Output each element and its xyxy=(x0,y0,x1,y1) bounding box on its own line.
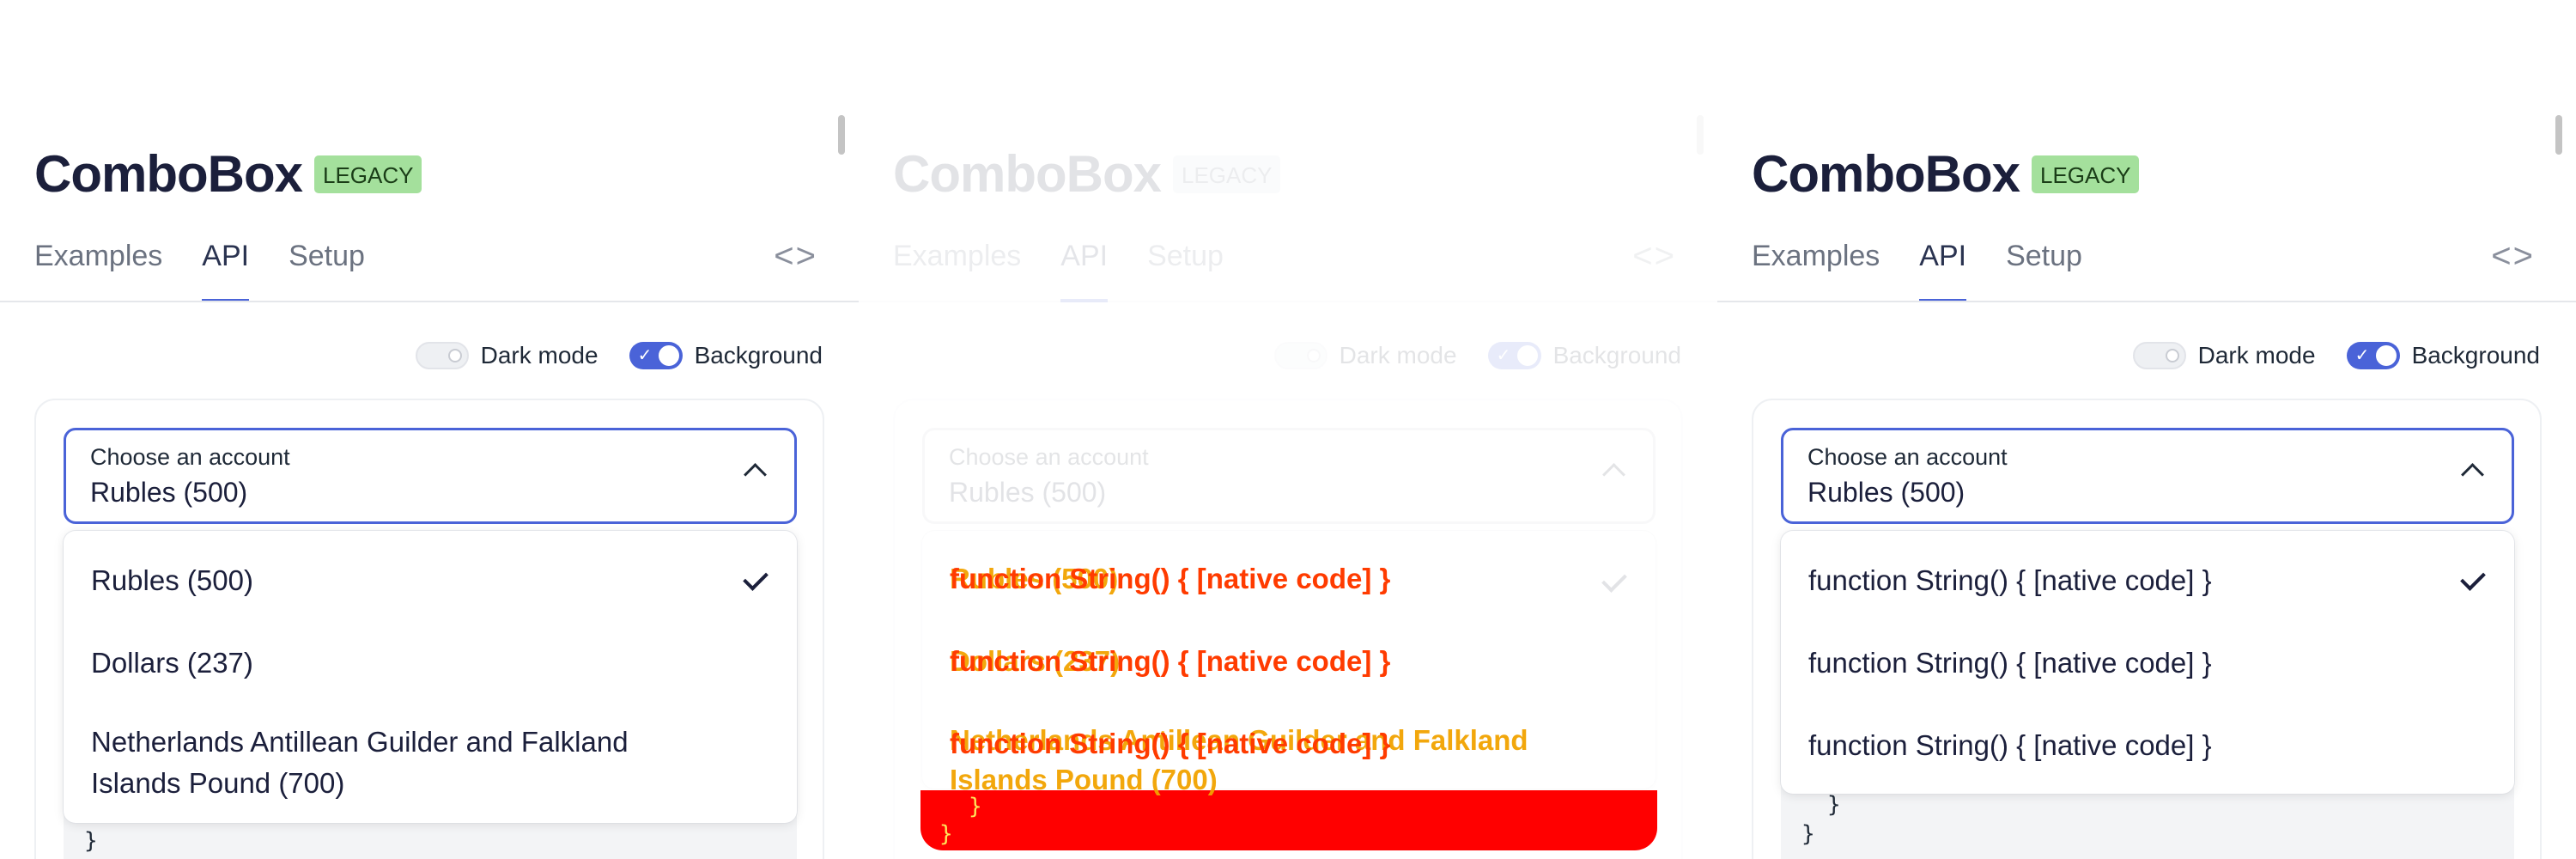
option-label-line-2: Islands Pound (700) xyxy=(91,767,345,799)
glitch-text-a: Islands Pound (700) xyxy=(950,764,1218,795)
options-listbox: Rubles (500) Dollars (237) Netherlands A… xyxy=(64,531,797,823)
dark-mode-toggle[interactable] xyxy=(415,342,469,369)
toggle-knob xyxy=(1516,345,1538,366)
check-icon xyxy=(743,565,769,591)
page-header: ComboBox LEGACY xyxy=(893,143,1281,206)
background-toggle[interactable]: ✓ xyxy=(2346,342,2400,369)
doc-tabs: Examples API Setup xyxy=(1752,232,2122,302)
check-icon xyxy=(2460,565,2486,591)
account-combobox[interactable]: Choose an account Rubles (500) xyxy=(1781,428,2514,524)
chevron-up-icon xyxy=(1602,463,1625,486)
option-rubles[interactable]: Rubles (500) xyxy=(91,560,769,601)
tab-examples[interactable]: Examples xyxy=(34,232,162,302)
option-dollars[interactable]: Dollars (237) xyxy=(91,643,769,684)
check-icon: ✓ xyxy=(1496,346,1511,365)
dark-mode-label: Dark mode xyxy=(2197,342,2316,369)
legacy-badge: LEGACY xyxy=(313,155,422,193)
option-netherlands[interactable]: Netherlands Antillean Guilder and Falkla… xyxy=(91,722,769,804)
toggle-knob xyxy=(2165,349,2179,362)
check-icon: ✓ xyxy=(2354,346,2370,365)
code-line: } xyxy=(84,828,98,854)
tab-api[interactable]: API xyxy=(202,232,249,302)
combobox-value: Rubles (500) xyxy=(949,477,1107,508)
options-listbox: function String() { [native code] } func… xyxy=(1781,531,2514,794)
code-line: } xyxy=(1801,821,1815,847)
background-toggle[interactable]: ✓ xyxy=(629,342,683,369)
tab-examples[interactable]: Examples xyxy=(893,232,1021,302)
combobox-label: Choose an account xyxy=(949,444,1149,470)
page-header: ComboBox LEGACY xyxy=(34,143,422,206)
option-label: function String() { [native code] } xyxy=(1808,647,2212,679)
check-icon: ✓ xyxy=(637,346,653,365)
combobox-value: Rubles (500) xyxy=(1807,477,1965,508)
dark-mode-toggle[interactable] xyxy=(2132,342,2186,369)
option-item[interactable]: function String() { [native code] } xyxy=(1808,560,2487,601)
option-label: Rubles (500) xyxy=(91,564,253,596)
option-label: Dollars (237) xyxy=(91,647,253,679)
tabs-divider xyxy=(859,301,1717,302)
code-line: } xyxy=(1827,792,1841,818)
account-combobox[interactable]: Choose an account Rubles (500) xyxy=(922,428,1656,524)
tab-setup[interactable]: Setup xyxy=(2006,232,2082,302)
tabs-divider xyxy=(1717,301,2576,302)
demo-options: Dark mode ✓ Background xyxy=(415,342,823,369)
docs-panel-1: ComboBox LEGACY Examples API Setup <> Da… xyxy=(0,0,859,859)
option-item[interactable]: function String() { [native code] } xyxy=(1808,725,2487,766)
account-combobox[interactable]: Choose an account Rubles (500) xyxy=(64,428,797,524)
toggle-knob xyxy=(658,345,679,366)
background-toggle[interactable]: ✓ xyxy=(1487,342,1541,369)
toggle-knob xyxy=(447,349,462,362)
glitch-text-b: function String() { [native code] } xyxy=(950,563,1391,594)
demo-options: Dark mode ✓ Background xyxy=(2132,342,2540,369)
tab-setup[interactable]: Setup xyxy=(289,232,365,302)
chevron-up-icon xyxy=(2461,463,2484,486)
combobox-label: Choose an account xyxy=(90,444,290,470)
combobox-label: Choose an account xyxy=(1807,444,2008,470)
option-label-line-1: Netherlands Antillean Guilder and Falkla… xyxy=(91,726,629,758)
code-view-icon[interactable]: <> xyxy=(2491,237,2535,276)
scrollbar-thumb[interactable] xyxy=(838,115,845,155)
scrollbar-thumb[interactable] xyxy=(2555,115,2562,155)
toggle-knob xyxy=(1306,349,1321,362)
page-header: ComboBox LEGACY xyxy=(1752,143,2140,206)
page-title: ComboBox xyxy=(34,145,303,203)
code-line: } xyxy=(939,821,953,847)
glitch-text-b: function String() { [native code] } xyxy=(950,728,1391,759)
tab-examples[interactable]: Examples xyxy=(1752,232,1880,302)
tab-api[interactable]: API xyxy=(1919,232,1966,302)
demo-options: Dark mode ✓ Background xyxy=(1273,342,1681,369)
option-item[interactable]: function String() { [native code] } xyxy=(1808,643,2487,684)
dark-mode-toggle[interactable] xyxy=(1273,342,1327,369)
background-label: Background xyxy=(2411,342,2540,369)
scrollbar-thumb[interactable] xyxy=(1697,115,1704,155)
page-title: ComboBox xyxy=(893,145,1162,203)
legacy-badge: LEGACY xyxy=(1172,155,1281,193)
combobox-value: Rubles (500) xyxy=(90,477,248,508)
doc-tabs: Examples API Setup xyxy=(893,232,1263,302)
chevron-up-icon xyxy=(744,463,767,486)
background-label: Background xyxy=(1552,342,1681,369)
glitch-text-b: function String() { [native code] } xyxy=(950,645,1391,677)
code-view-icon[interactable]: <> xyxy=(774,237,817,276)
option-label: function String() { [native code] } xyxy=(1808,564,2212,596)
tab-setup[interactable]: Setup xyxy=(1147,232,1224,302)
toggle-knob xyxy=(2375,345,2397,366)
dark-mode-label: Dark mode xyxy=(480,342,598,369)
code-view-icon[interactable]: <> xyxy=(1632,237,1676,276)
legacy-badge: LEGACY xyxy=(2031,155,2140,193)
tabs-divider xyxy=(0,301,859,302)
tab-api[interactable]: API xyxy=(1060,232,1108,302)
dark-mode-label: Dark mode xyxy=(1339,342,1457,369)
docs-panel-3: ComboBox LEGACY Examples API Setup <> Da… xyxy=(1717,0,2576,859)
docs-panel-2: ComboBox LEGACY Examples API Setup <> Da… xyxy=(859,0,1717,859)
option-label: function String() { [native code] } xyxy=(1808,729,2212,761)
background-label: Background xyxy=(694,342,823,369)
page-title: ComboBox xyxy=(1752,145,2020,203)
check-icon xyxy=(1601,567,1627,593)
doc-tabs: Examples API Setup xyxy=(34,232,404,302)
